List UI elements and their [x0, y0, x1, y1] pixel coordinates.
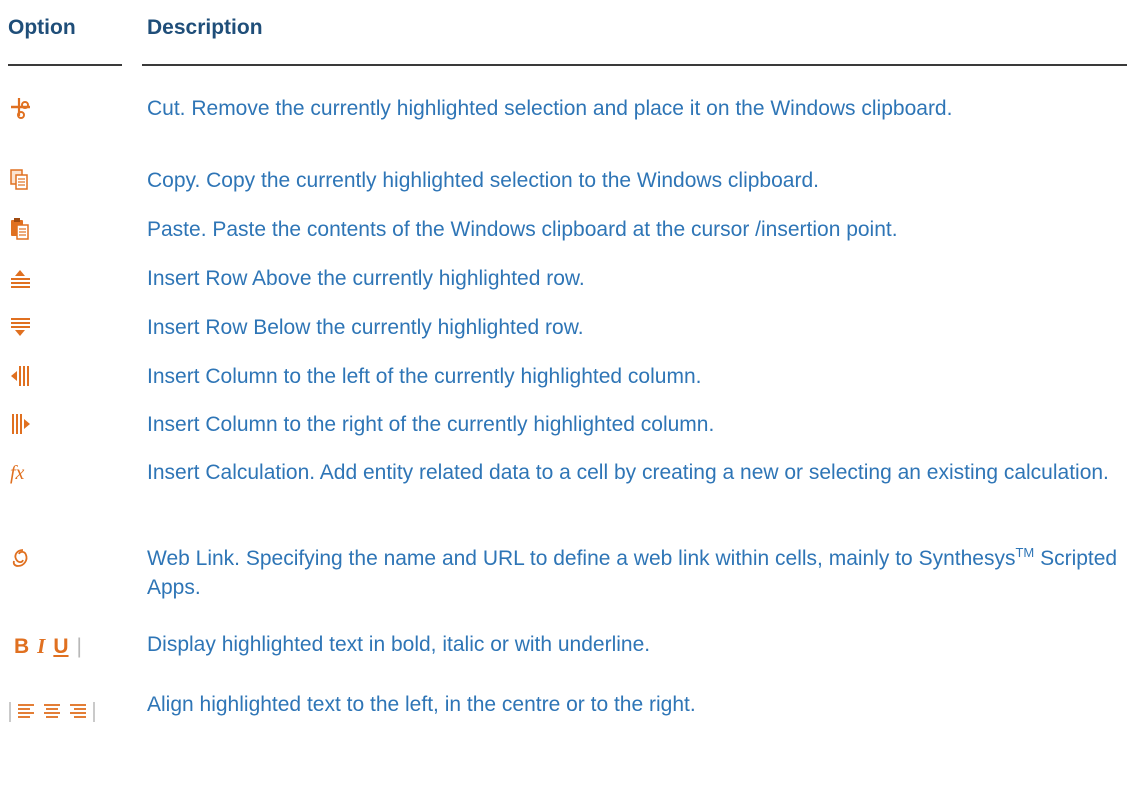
option-description: Insert Column to the right of the curren…	[147, 413, 715, 436]
header-option: Option	[8, 16, 76, 39]
insert-column-left-icon	[8, 364, 118, 390]
option-description: Align highlighted text to the left, in t…	[147, 693, 696, 716]
insert-column-right-icon	[8, 412, 118, 438]
bold-icon: B	[14, 635, 30, 658]
option-description: Display highlighted text in bold, italic…	[147, 633, 651, 656]
trademark-superscript: TM	[1015, 545, 1035, 560]
header-rule-description	[142, 64, 1127, 66]
option-description: Cut. Remove the currently highlighted se…	[147, 97, 953, 120]
align-center-icon	[44, 704, 60, 718]
option-description: Copy. Copy the currently highlighted sel…	[147, 169, 819, 192]
web-link-icon	[8, 546, 118, 572]
option-description: Insert Calculation. Add entity related d…	[147, 461, 1109, 484]
bold-italic-underline-icon: B I U |	[8, 632, 118, 658]
align-right-icon	[70, 704, 86, 718]
copy-icon	[8, 168, 118, 194]
option-description: Insert Row Below the currently highlight…	[147, 316, 584, 339]
option-description: Web Link. Specifying the name and URL to…	[147, 544, 1132, 602]
align-left-icon	[18, 704, 34, 718]
option-description: Insert Row Above the currently highlight…	[147, 267, 585, 290]
align-left-center-right-icon	[8, 698, 118, 724]
function-fx-icon: fx	[8, 460, 118, 486]
web-link-text: Web Link. Specifying the name and URL to…	[147, 547, 1016, 570]
insert-row-below-icon	[8, 315, 118, 341]
header-rule-option	[8, 64, 122, 66]
insert-row-above-icon	[8, 266, 118, 292]
underline-icon: U	[53, 635, 69, 658]
header-description: Description	[147, 16, 263, 39]
option-description: Paste. Paste the contents of the Windows…	[147, 218, 898, 241]
option-description: Insert Column to the left of the current…	[147, 365, 702, 388]
scissors-icon	[8, 96, 118, 122]
separator-icon: |	[76, 635, 82, 658]
svg-text:fx: fx	[10, 462, 25, 484]
paste-icon	[8, 217, 118, 243]
italic-icon: I	[37, 634, 46, 658]
